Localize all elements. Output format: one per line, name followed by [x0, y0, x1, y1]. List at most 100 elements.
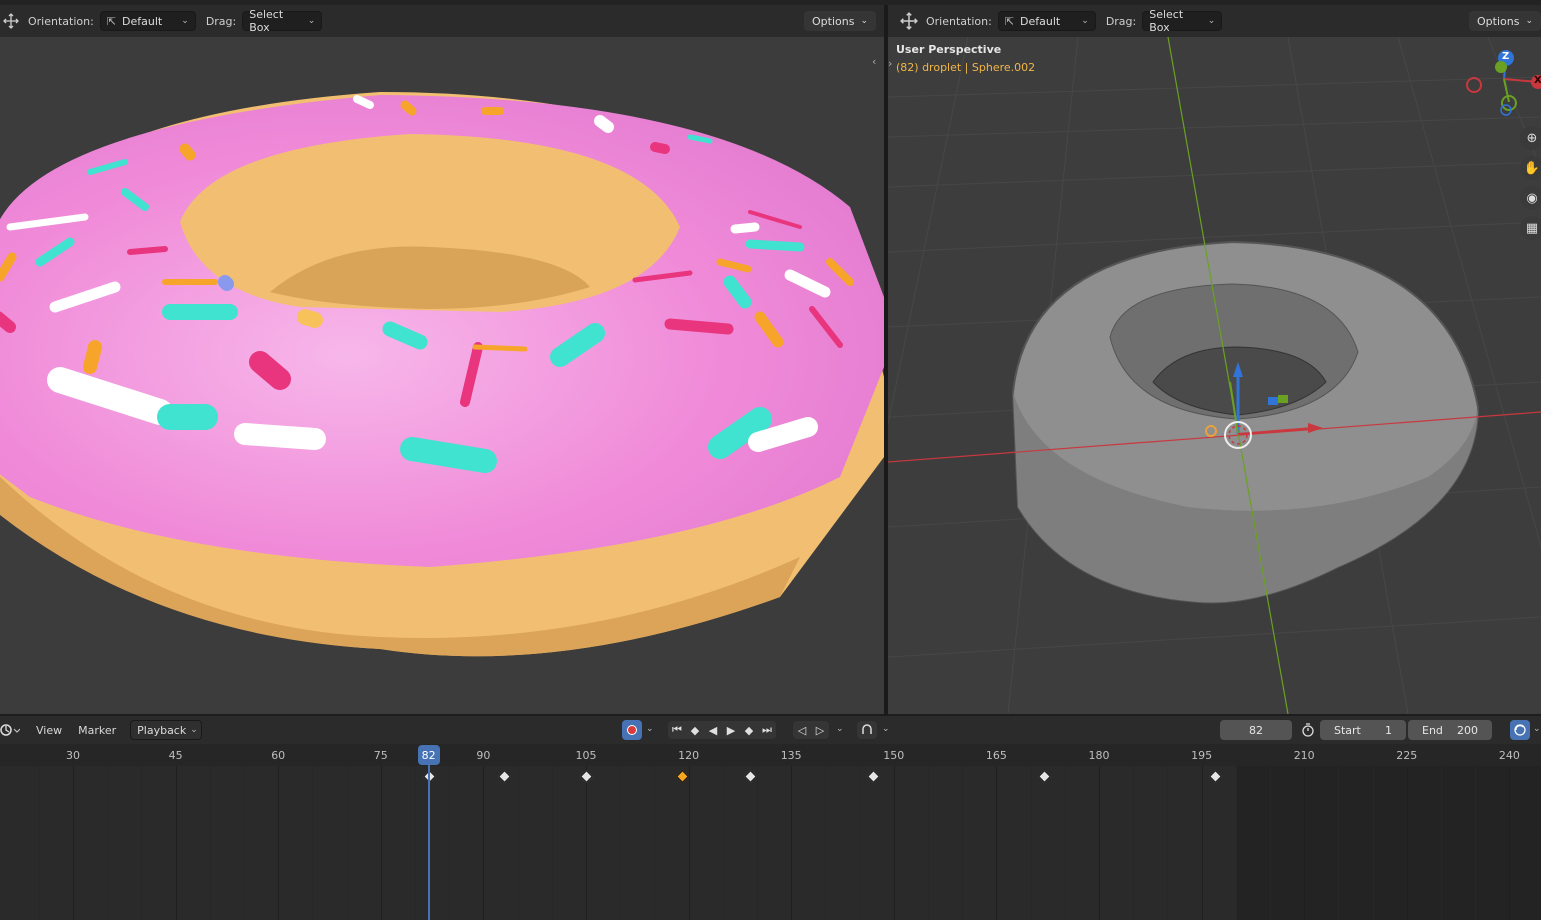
auto-keying-button[interactable]: [622, 720, 642, 740]
chevron-down-icon: ⌄: [181, 16, 189, 26]
grid-line: [893, 766, 895, 920]
sync-icon[interactable]: [1510, 720, 1530, 740]
menu-playback[interactable]: Playback ⌄: [130, 720, 203, 740]
chevron-down-icon[interactable]: ⌄: [836, 724, 844, 734]
grid-view-icon[interactable]: ▦: [1520, 216, 1541, 240]
keyframe-marker[interactable]: [1209, 770, 1223, 783]
transform-move-icon[interactable]: [900, 12, 918, 30]
current-frame-field[interactable]: 82: [1220, 720, 1292, 740]
chevron-down-icon: ⌄: [860, 16, 868, 26]
hand-pan-icon[interactable]: ✋: [1520, 156, 1541, 180]
grid-line: [1304, 766, 1306, 920]
expand-chevron-icon[interactable]: ›: [888, 57, 892, 70]
editor-type-icon[interactable]: [0, 722, 22, 738]
left-viewport[interactable]: ‹: [0, 37, 884, 714]
ruler-tick-label: 225: [1396, 749, 1418, 762]
drag-value: Select Box: [249, 8, 284, 34]
grid-line: [1270, 766, 1271, 920]
options-button[interactable]: Options ⌄: [1469, 11, 1541, 31]
chevron-down-icon[interactable]: ⌄: [882, 724, 890, 734]
navigation-gizmo[interactable]: Z X: [1458, 47, 1541, 117]
grid-line: [107, 766, 109, 920]
collapse-chevron-icon[interactable]: ‹: [872, 55, 882, 75]
right-viewport[interactable]: User Perspective (82) droplet | Sphere.0…: [888, 37, 1541, 714]
orientation-dropdown[interactable]: ⇱ Default ⌄: [997, 11, 1096, 31]
ruler-tick-label: 75: [373, 749, 388, 762]
ruler-tick-label: 150: [883, 749, 905, 762]
start-frame-field[interactable]: Start 1: [1320, 720, 1406, 740]
orientation-gizmo-icon: ⇱: [1004, 14, 1015, 28]
grid-line: [962, 766, 964, 920]
chevron-down-icon: ⌄: [1525, 16, 1533, 26]
keyframe-marker[interactable]: [867, 770, 881, 783]
orientation-value: Default: [1020, 14, 1061, 28]
chevron-down-icon: ⌄: [1207, 16, 1216, 26]
grid-line: [722, 766, 724, 920]
keyframe-marker[interactable]: [498, 770, 511, 783]
grid-line: [1372, 766, 1374, 920]
transform-move-icon[interactable]: [2, 13, 20, 29]
jump-start-icon[interactable]: ⏮: [668, 721, 686, 739]
ruler-tick-label: 120: [678, 749, 700, 762]
grid-line: [244, 766, 245, 920]
out-of-range-region: [1236, 766, 1541, 920]
menu-view[interactable]: View: [36, 724, 62, 737]
grid-line: [859, 766, 861, 920]
drag-dropdown[interactable]: Select Box ⌄: [1142, 8, 1223, 34]
right-viewport-header: Orientation: ⇱ Default ⌄ Drag: Select Bo…: [888, 5, 1541, 37]
ruler-tick-label: 105: [575, 749, 597, 762]
orientation-gizmo-icon: ⇱: [106, 14, 117, 28]
prev-keyframe-icon[interactable]: ◆: [686, 721, 704, 739]
record-icon: [627, 725, 637, 735]
grid-line: [825, 766, 827, 920]
grid-line: [757, 766, 758, 920]
stopwatch-icon[interactable]: [1298, 721, 1318, 739]
grid-line: [996, 766, 998, 920]
grid-line: [278, 766, 280, 920]
gizmo-z-label: Z: [1502, 51, 1510, 62]
grid-line: [1133, 766, 1135, 920]
keyframe-marker[interactable]: [580, 770, 593, 783]
gizmo-x-label: X: [1534, 75, 1541, 86]
donut-render: [0, 92, 884, 657]
keyframe-marker[interactable]: [1038, 770, 1052, 783]
camera-icon[interactable]: ◉: [1520, 186, 1541, 210]
next-keyframe-icon[interactable]: ◆: [740, 721, 758, 739]
drag-dropdown[interactable]: Select Box ⌄: [242, 8, 323, 34]
timeline-header: View Marker Playback ⌄ ⌄ ⏮ ◆ ◀ ▶ ◆ ⏭ ◁ ▷…: [0, 716, 1541, 744]
grid-line: [654, 766, 656, 920]
options-button[interactable]: Options ⌄: [804, 11, 876, 31]
left-viewport-header: Orientation: ⇱ Default ⌄ Drag: Select Bo…: [0, 5, 884, 37]
timeline-ruler[interactable]: 30 45 60 75 90 105 120 135 150 165 180 195 210 225 240: [0, 744, 1541, 766]
end-frame-field[interactable]: End 200: [1408, 720, 1492, 740]
next-keyframe-jump-icon[interactable]: ▷: [811, 721, 829, 739]
chevron-down-icon[interactable]: ⌄: [1533, 724, 1541, 734]
orientation-dropdown[interactable]: ⇱ Default ⌄: [99, 11, 196, 31]
grid-line: [1099, 766, 1100, 920]
ruler-tick-label: 240: [1498, 749, 1520, 762]
timeline-body[interactable]: [0, 766, 1541, 920]
grid-line: [1475, 766, 1477, 920]
ruler-tick-label: 165: [985, 749, 1007, 762]
zoom-icon[interactable]: ⊕: [1520, 126, 1541, 150]
grid-line: [312, 766, 314, 920]
ruler-tick-label: 45: [168, 749, 183, 762]
grid-line: [449, 766, 451, 920]
chevron-down-icon[interactable]: ⌄: [646, 724, 654, 734]
menu-marker[interactable]: Marker: [78, 724, 116, 737]
playhead-line[interactable]: [427, 764, 430, 920]
ruler-tick-label: 60: [271, 749, 286, 762]
jump-end-icon[interactable]: ⏭: [758, 721, 776, 739]
view-name: User Perspective: [896, 43, 1002, 56]
grid-line: [141, 766, 143, 920]
orientation-label: Orientation:: [28, 14, 94, 28]
snap-icon[interactable]: [857, 721, 877, 739]
grid-line: [1235, 766, 1237, 920]
play-icon[interactable]: ▶: [722, 721, 740, 739]
playhead-frame-badge[interactable]: 82: [417, 745, 440, 765]
keyframe-marker[interactable]: [744, 770, 758, 783]
grid-line: [1064, 766, 1066, 920]
play-reverse-icon[interactable]: ◀: [704, 721, 722, 739]
prev-keyframe-jump-icon[interactable]: ◁: [793, 721, 811, 739]
keyframe-marker[interactable]: [675, 770, 689, 783]
